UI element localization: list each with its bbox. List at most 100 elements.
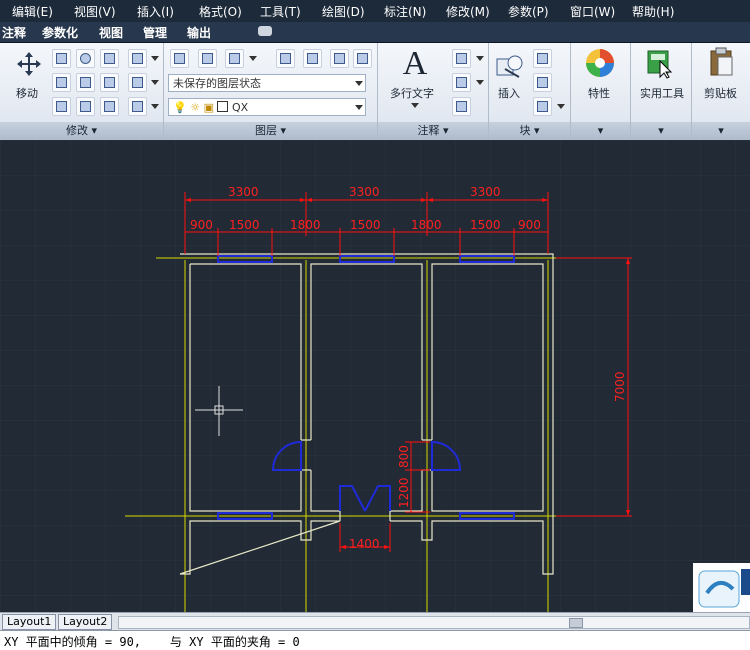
sun-icon[interactable]: ☼: [190, 101, 200, 114]
layer-properties-icon[interactable]: [170, 49, 189, 68]
menu-format[interactable]: 格式(O): [199, 3, 242, 20]
panel-title-annotation[interactable]: 注释 ▾: [378, 122, 488, 140]
dim-detail-2: 1500: [229, 218, 260, 232]
layer-icon[interactable]: [276, 49, 295, 68]
stretch-icon[interactable]: [52, 73, 71, 92]
tab-annotate[interactable]: 注释: [2, 24, 26, 41]
clipboard-label[interactable]: 剪贴板: [704, 85, 737, 101]
properties-label[interactable]: 特性: [588, 85, 610, 101]
chevron-down-icon[interactable]: [476, 80, 484, 85]
copy-icon[interactable]: [52, 49, 71, 68]
rotate-icon[interactable]: [76, 49, 95, 68]
block-attribute-icon[interactable]: [533, 97, 552, 116]
dim-detail-4: 1500: [350, 218, 381, 232]
tab-view[interactable]: 视图: [99, 24, 123, 41]
edit-block-icon[interactable]: [533, 73, 552, 92]
lock-icon[interactable]: ▣: [204, 101, 214, 114]
watermark-logo: [693, 563, 750, 613]
layer-icon[interactable]: [353, 49, 372, 68]
leader-icon[interactable]: [452, 73, 471, 92]
dim-vertical-1: 1200: [397, 477, 411, 508]
tab-parametric[interactable]: 参数化: [42, 24, 78, 41]
mtext-label[interactable]: 多行文字: [390, 85, 434, 101]
chevron-down-icon[interactable]: [411, 103, 419, 108]
scrollbar-thumb[interactable]: [569, 618, 583, 628]
chamfer-icon[interactable]: [128, 97, 147, 116]
properties-panel-expand[interactable]: ▾: [571, 122, 630, 140]
layout-tab-bar: Layout1 Layout2: [0, 612, 750, 630]
utilities-label[interactable]: 实用工具: [640, 85, 684, 101]
menu-window[interactable]: 窗口(W): [570, 3, 615, 20]
dim-top-overall-2: 3300: [349, 185, 380, 199]
clipboard-panel-expand[interactable]: ▾: [692, 122, 750, 140]
layer-state-dropdown[interactable]: 未保存的图层状态: [168, 74, 366, 92]
clipboard-icon[interactable]: [708, 47, 736, 79]
dim-detail-7: 900: [518, 218, 541, 232]
tab-layout1[interactable]: Layout1: [2, 614, 57, 630]
ribbon-minimize-icon[interactable]: [258, 26, 272, 36]
properties-icon[interactable]: [584, 47, 616, 79]
utilities-icon[interactable]: [646, 47, 676, 79]
layer-icon[interactable]: [198, 49, 217, 68]
tab-manage[interactable]: 管理: [143, 24, 167, 41]
chevron-down-icon[interactable]: [151, 56, 159, 61]
menu-tools[interactable]: 工具(T): [260, 3, 301, 20]
layer-icon[interactable]: [225, 49, 244, 68]
table-icon[interactable]: [452, 97, 471, 116]
layer-icon[interactable]: [303, 49, 322, 68]
chevron-down-icon[interactable]: [151, 104, 159, 109]
dim-height: 7000: [613, 371, 627, 402]
erase-icon[interactable]: [128, 49, 147, 68]
array-icon[interactable]: [76, 97, 95, 116]
dim-detail-6: 1500: [470, 218, 501, 232]
move-icon[interactable]: [16, 51, 42, 77]
insert-block-icon[interactable]: [495, 51, 525, 81]
lightbulb-icon[interactable]: 💡: [173, 101, 187, 114]
offset-icon[interactable]: [100, 97, 119, 116]
drawing-canvas[interactable]: 3300 3300 3300 900 1500 1800 1500 1800 1…: [0, 140, 750, 612]
menu-insert[interactable]: 插入(I): [137, 3, 174, 20]
dim-detail-3: 1800: [290, 218, 321, 232]
dim-door-width: 1400: [349, 537, 380, 551]
explode-icon[interactable]: [128, 73, 147, 92]
dim-vertical-2: 800: [397, 445, 411, 468]
tab-output[interactable]: 输出: [187, 24, 211, 41]
panel-title-block[interactable]: 块 ▾: [489, 122, 570, 140]
menu-draw[interactable]: 绘图(D): [322, 3, 365, 20]
ribbon: 移动 修改 ▾ 未保存的图层状态 💡 ☼ ▣ QX 图层 ▾ A 多行文字 注释…: [0, 43, 750, 141]
chevron-down-icon[interactable]: [476, 56, 484, 61]
menu-dimension[interactable]: 标注(N): [384, 3, 426, 20]
insert-label: 插入: [498, 87, 520, 100]
dim-top-overall-3: 3300: [470, 185, 501, 199]
mirror-icon[interactable]: [100, 73, 119, 92]
floor-plan-drawing[interactable]: 3300 3300 3300 900 1500 1800 1500 1800 1…: [0, 140, 750, 612]
chevron-down-icon[interactable]: [557, 104, 565, 109]
dim-detail-1: 900: [190, 218, 213, 232]
current-layer-dropdown[interactable]: 💡 ☼ ▣ QX: [168, 98, 366, 116]
menu-help[interactable]: 帮助(H): [632, 3, 674, 20]
mtext-icon[interactable]: A: [400, 47, 430, 81]
panel-title-layers[interactable]: 图层 ▾: [164, 122, 377, 140]
menu-edit[interactable]: 编辑(E): [12, 3, 53, 20]
tab-layout2[interactable]: Layout2: [58, 614, 113, 630]
layer-icon[interactable]: [330, 49, 349, 68]
ribbon-tab-bar: 注释 参数化 视图 管理 输出: [0, 22, 750, 43]
menu-parameters[interactable]: 参数(P): [508, 3, 549, 20]
create-block-icon[interactable]: [533, 49, 552, 68]
trim-icon[interactable]: [100, 49, 119, 68]
menu-view[interactable]: 视图(V): [74, 3, 116, 20]
color-swatch-icon: [217, 101, 229, 112]
scale-icon[interactable]: [52, 97, 71, 116]
menu-modify[interactable]: 修改(M): [446, 3, 490, 20]
chevron-down-icon[interactable]: [151, 80, 159, 85]
move-label: 移动: [16, 87, 38, 100]
utilities-panel-expand[interactable]: ▾: [631, 122, 691, 140]
command-line-text: XY 平面中的倾角 = 90, 与 XY 平面的夹角 = 0: [4, 635, 300, 649]
chevron-down-icon[interactable]: [249, 56, 257, 61]
command-line[interactable]: XY 平面中的倾角 = 90, 与 XY 平面的夹角 = 0: [0, 630, 750, 650]
dim-top-overall-1: 3300: [228, 185, 259, 199]
horizontal-scrollbar[interactable]: [118, 616, 750, 629]
linear-dimension-icon[interactable]: [452, 49, 471, 68]
panel-title-modify[interactable]: 修改 ▾: [0, 122, 163, 140]
fillet-icon[interactable]: [76, 73, 95, 92]
